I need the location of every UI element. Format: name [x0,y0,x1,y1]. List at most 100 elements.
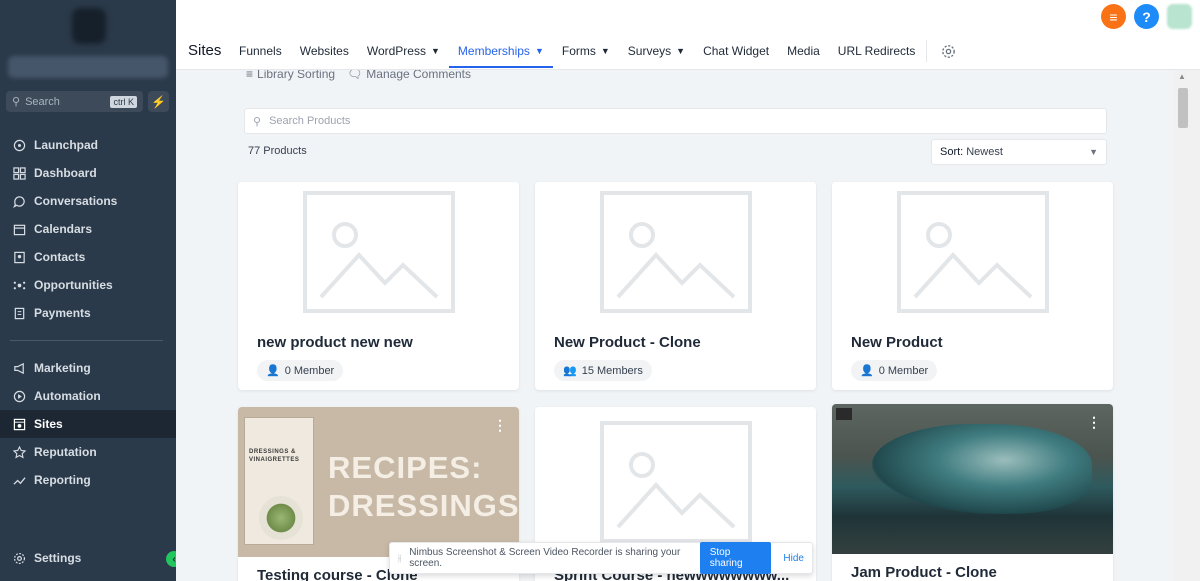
scrollbar[interactable] [1174,70,1200,581]
tab-url-redirects[interactable]: URL Redirects [829,34,925,68]
book-title: DRESSINGS & VINAIGRETTES [249,449,300,463]
drag-handle-icon[interactable]: ⫲ [398,553,401,564]
user-icon: 👤 [266,365,280,377]
sidebar: ⚲ Search ctrl K ⚡ Launchpad Dashboard Co… [0,0,182,581]
image-placeholder-icon [238,182,519,322]
dashboard-icon [12,166,26,180]
tab-funnels[interactable]: Funnels [230,34,291,68]
image-placeholder-icon [535,182,816,322]
product-title[interactable]: New Product - Clone [554,334,701,351]
product-card[interactable]: New Product - Clone 👥 15 Members [535,182,816,390]
product-title[interactable]: New Product [851,334,943,351]
page-title: Sites [188,42,222,59]
chevron-down-icon: ▼ [1089,147,1098,157]
sidebar-item-label: Settings [34,551,82,565]
sidebar-item-opportunities[interactable]: Opportunities [0,271,176,299]
chevron-down-icon: ▼ [600,46,610,56]
sidebar-item-payments[interactable]: Payments [0,299,176,327]
sidebar-item-label: Payments [34,306,91,320]
users-icon: 👥 [563,365,577,377]
tab-wordpress[interactable]: WordPress ▼ [358,34,449,68]
tab-label: WordPress [366,44,426,58]
sidebar-item-label: Automation [34,389,101,403]
sidebar-item-label: Opportunities [34,278,113,292]
tab-label: Funnels [239,44,282,58]
scroll-up-icon[interactable]: ▲ [1178,72,1186,81]
tab-media[interactable]: Media [778,34,829,68]
tab-label: Surveys [627,44,672,58]
account-switcher[interactable] [8,56,168,78]
product-search-input[interactable]: ⚲ Search Products [244,108,1107,134]
more-options-icon[interactable]: ⋮ [1087,414,1101,431]
product-card[interactable]: New Product 👤 0 Member [832,182,1113,390]
tab-chat-widget[interactable]: Chat Widget [694,34,778,68]
sort-label: Sort: [940,146,964,158]
tab-memberships[interactable]: Memberships ▼ [448,34,553,68]
tab-label: URL Redirects [837,44,916,58]
user-icon: 👤 [860,365,874,377]
sidebar-item-contacts[interactable]: Contacts [0,243,176,271]
gear-icon [12,551,26,565]
sidebar-item-label: Calendars [34,222,93,236]
contacts-icon [12,250,26,264]
list-icon[interactable]: ≡ [1101,4,1126,29]
sidebar-item-marketing[interactable]: Marketing [0,354,176,382]
tab-surveys[interactable]: Surveys ▼ [619,34,694,68]
sort-dropdown[interactable]: Sort: Newest ▼ [931,139,1107,165]
tab-websites[interactable]: Websites [291,34,358,68]
calendar-icon [12,222,26,236]
sidebar-search-placeholder: Search [25,95,60,108]
sidebar-item-label: Launchpad [34,138,99,152]
automation-icon [12,389,26,403]
product-card[interactable]: new product new new 👤 0 Member [238,182,519,390]
company-logo[interactable] [72,8,106,44]
more-options-icon[interactable]: ⋮ [493,417,507,434]
sidebar-item-label: Conversations [34,194,118,208]
sidebar-item-dashboard[interactable]: Dashboard [0,159,176,187]
sidebar-item-settings[interactable]: Settings [0,544,176,572]
sidebar-item-label: Sites [34,417,63,431]
stop-sharing-button[interactable]: Stop sharing [699,542,772,574]
chevron-down-icon: ▼ [676,46,686,56]
product-title[interactable]: new product new new [257,334,413,351]
tab-forms[interactable]: Forms ▼ [553,34,619,68]
sidebar-item-label: Marketing [34,361,91,375]
sidebar-item-launchpad[interactable]: Launchpad [0,131,176,159]
library-sorting-button[interactable]: ≡ Library Sorting [246,70,335,81]
sidebar-item-label: Reporting [34,473,91,487]
sort-value: Newest [966,146,1003,158]
sidebar-item-reporting[interactable]: Reporting [0,466,176,494]
thumbnail-text: RECIPES: DRESSINGS+ [328,450,519,523]
product-thumbnail: ⋮ [832,404,1113,554]
image-placeholder-icon [535,407,816,557]
payments-icon [12,306,26,320]
quick-action-bolt-icon[interactable]: ⚡ [148,91,169,112]
tab-label: Media [787,44,820,58]
sidebar-search[interactable]: ⚲ Search ctrl K [6,91,143,112]
tab-label: Memberships [457,44,530,58]
chevron-down-icon: ▼ [534,46,544,56]
sidebar-divider [10,340,163,341]
help-icon[interactable]: ? [1134,4,1159,29]
sidebar-item-automation[interactable]: Automation [0,382,176,410]
sidebar-item-label: Contacts [34,250,86,264]
sidebar-item-sites[interactable]: Sites [0,410,176,438]
product-title[interactable]: Jam Product - Clone [851,564,997,581]
member-count: 0 Member [284,364,335,377]
logo-icon [836,408,852,420]
hide-button[interactable]: Hide [783,553,804,564]
scrollbar-thumb[interactable] [1178,88,1188,128]
top-right-icons: ≡ ? [1101,4,1192,29]
chart-icon [12,473,26,487]
avatar[interactable] [1167,4,1192,29]
rocket-icon [12,138,26,152]
sidebar-item-reputation[interactable]: Reputation [0,438,176,466]
tab-label: Forms [561,44,596,58]
settings-gear-icon[interactable] [933,34,963,68]
product-thumbnail: DRESSINGS & VINAIGRETTES RECIPES: DRESSI… [238,407,519,557]
product-card[interactable]: ⋮ Jam Product - Clone [832,404,1113,581]
sidebar-item-conversations[interactable]: Conversations [0,187,176,215]
search-placeholder: Search Products [269,115,351,127]
manage-comments-button[interactable]: 🗨 Manage Comments [347,70,471,81]
sidebar-item-calendars[interactable]: Calendars [0,215,176,243]
